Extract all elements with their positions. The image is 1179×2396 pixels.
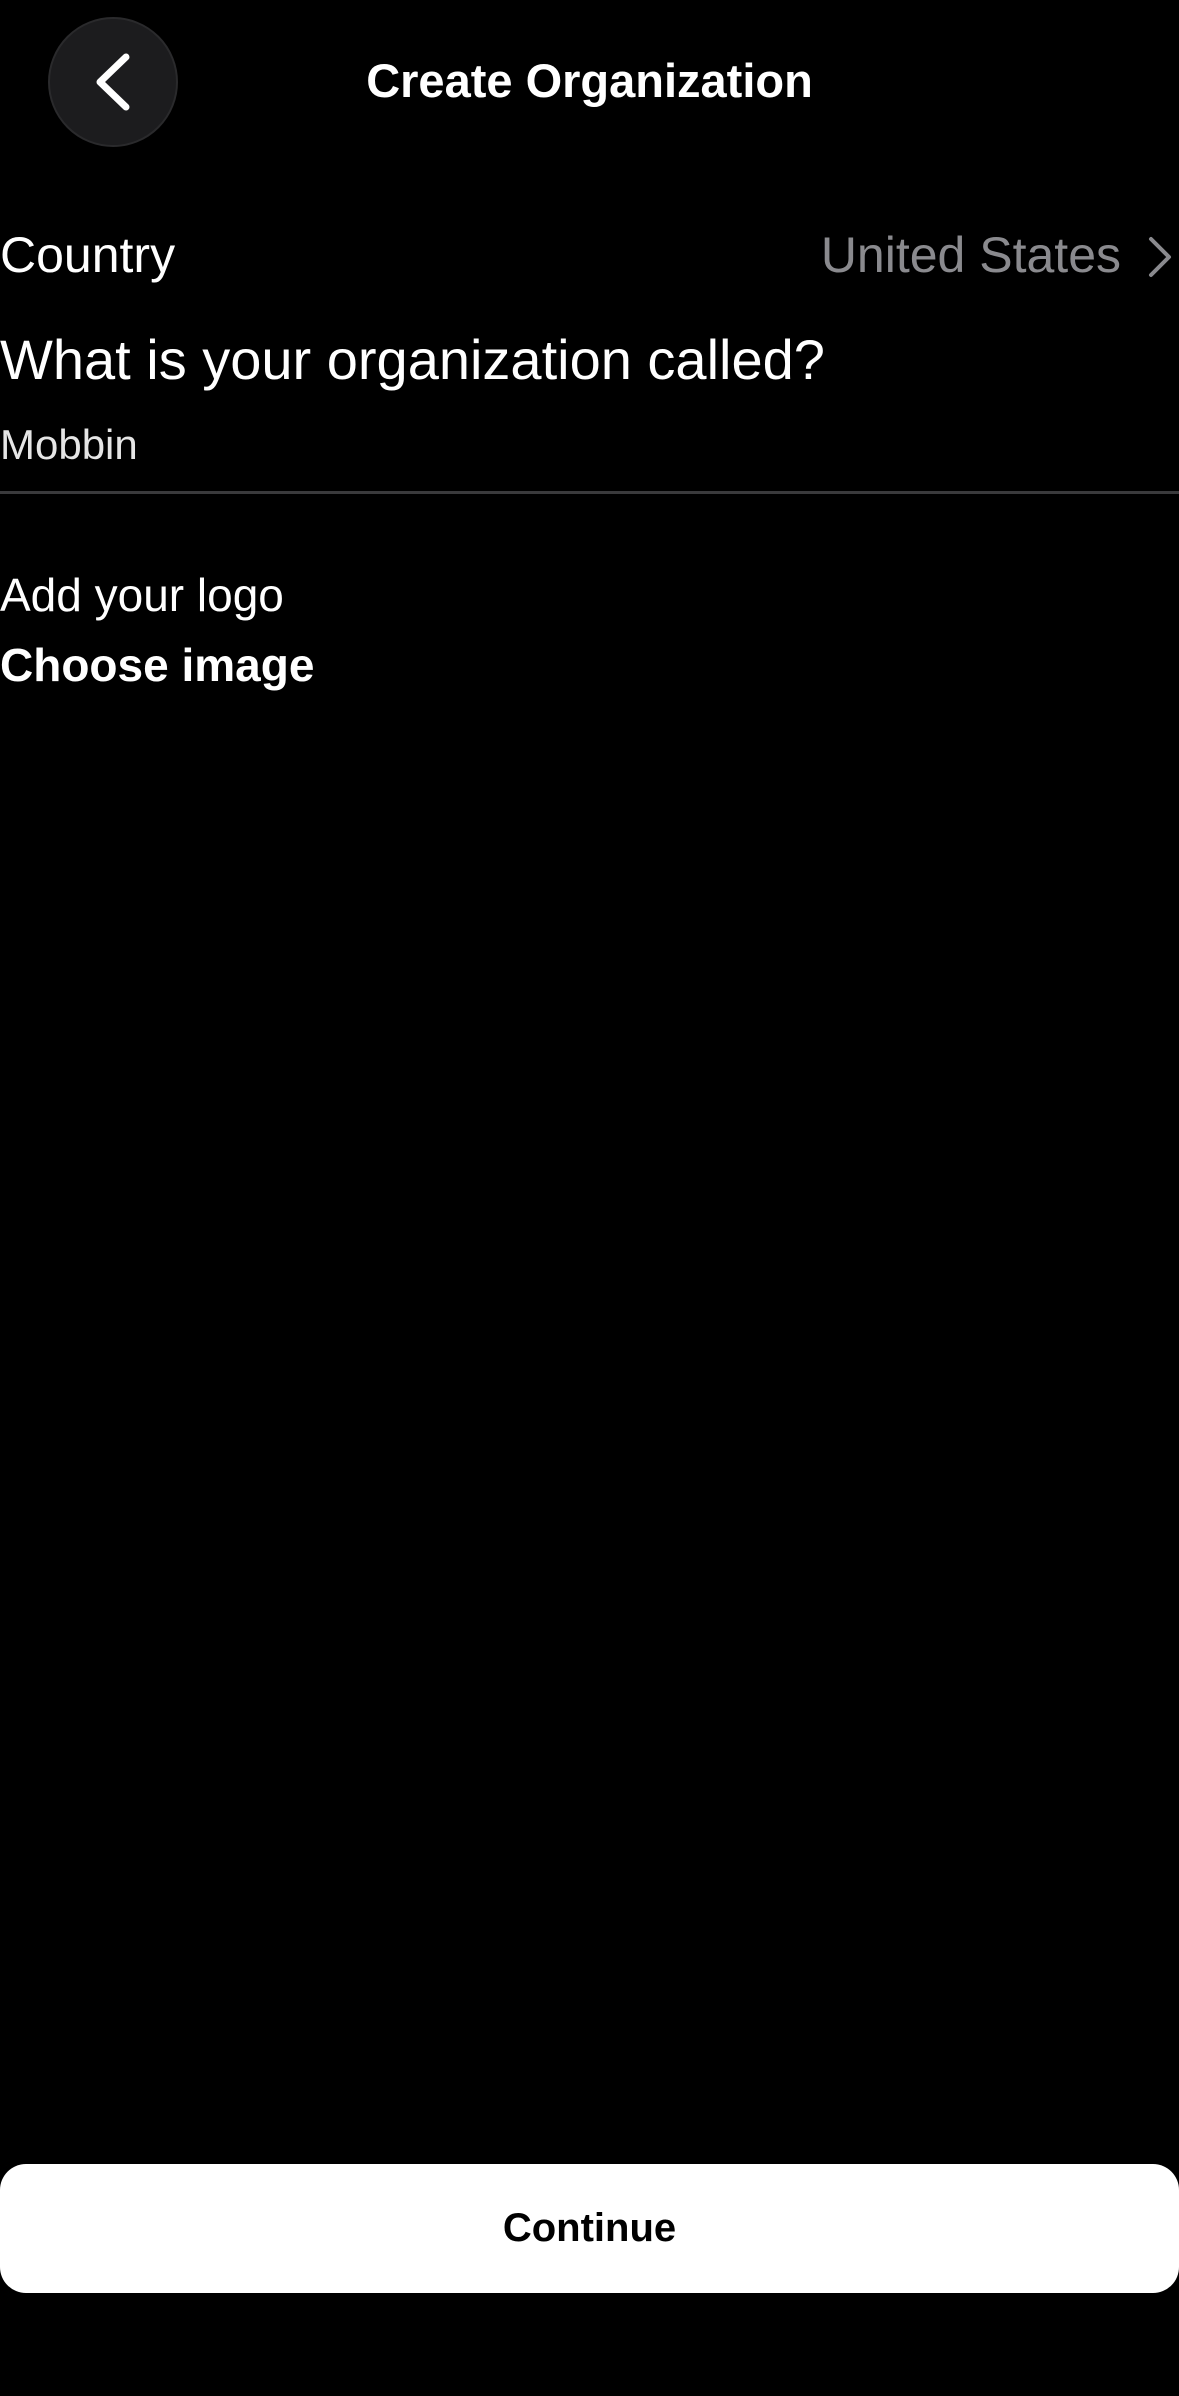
chevron-right-icon (1149, 237, 1171, 277)
logo-label: Add your logo (0, 569, 284, 621)
organization-name-question: What is your organization called? (0, 328, 825, 391)
continue-button[interactable]: Continue (0, 2164, 1179, 2293)
page-title: Create Organization (366, 54, 813, 107)
choose-image-button[interactable]: Choose image (0, 635, 314, 695)
country-selector[interactable]: Country United States (0, 215, 1179, 295)
header: Create Organization (0, 0, 1179, 165)
country-value: United States (820, 227, 1121, 283)
country-label: Country (0, 227, 176, 283)
organization-name-input[interactable] (0, 410, 1179, 480)
input-divider (0, 491, 1179, 494)
